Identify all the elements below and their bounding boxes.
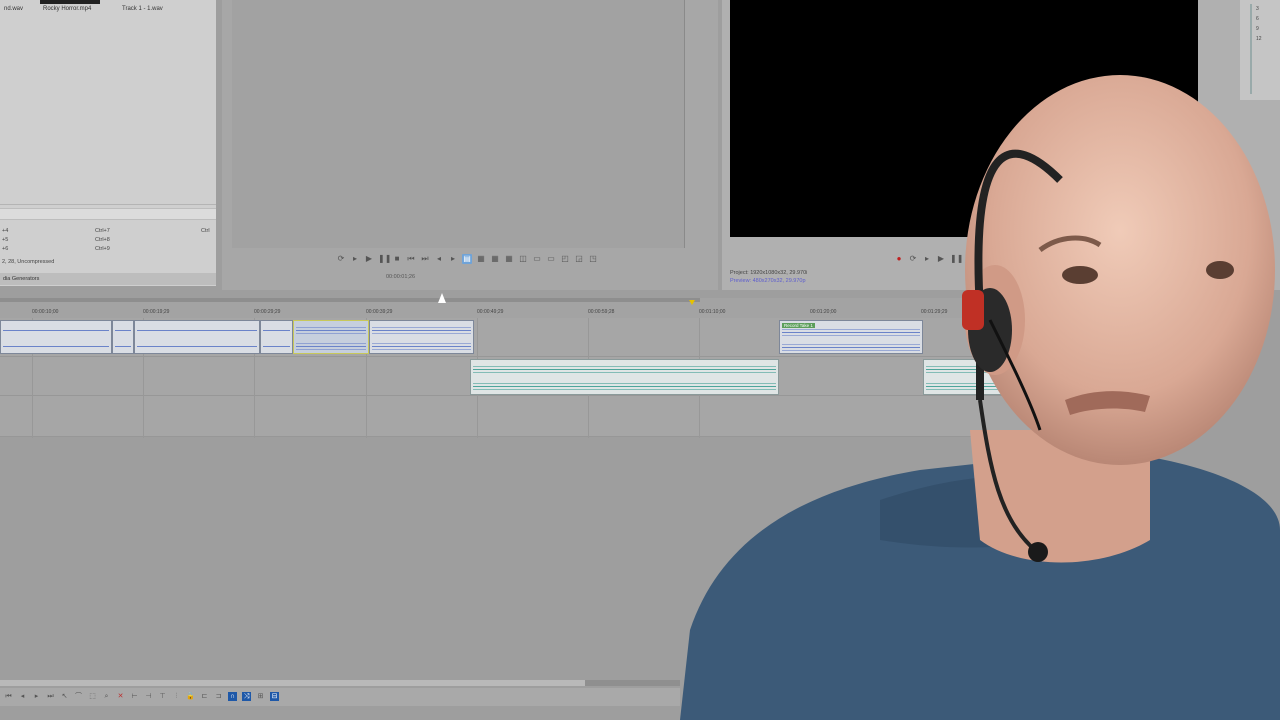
snap-icon[interactable]: ∩ xyxy=(228,692,237,701)
selection-tool-icon[interactable]: ⬚ xyxy=(88,692,97,701)
insert-icon[interactable]: ▦ xyxy=(490,254,500,264)
meter-tick: 3 xyxy=(1256,6,1259,12)
normal-edit-tool-icon[interactable]: ↖ xyxy=(60,692,69,701)
waveform xyxy=(115,330,131,331)
waveform xyxy=(296,346,366,347)
loop-region-bar[interactable] xyxy=(0,298,700,302)
prev-frame-icon[interactable]: ⏮ xyxy=(406,254,416,264)
waveform xyxy=(3,346,109,347)
waveform xyxy=(372,346,471,347)
media-file-item[interactable]: Track 1 - 1.wav xyxy=(122,6,163,12)
settings-icon[interactable]: ◳ xyxy=(588,254,598,264)
audio-clip[interactable] xyxy=(112,320,134,354)
webcam-overlay xyxy=(680,70,1280,720)
add-to-timeline-icon[interactable]: ▦ xyxy=(476,254,486,264)
audio-clip[interactable] xyxy=(134,320,260,354)
meter-tick: 9 xyxy=(1256,26,1259,32)
media-file-item[interactable]: nd.wav xyxy=(4,6,23,12)
shortcut-key: +5 xyxy=(2,237,9,243)
ruler-label: 00:00:39;29 xyxy=(366,309,393,315)
shortcut-combo: Ctrl+8 xyxy=(95,237,110,243)
waveform xyxy=(372,330,471,331)
loop-icon[interactable]: ⟳ xyxy=(336,254,346,264)
snap-icon[interactable]: ◫ xyxy=(518,254,528,264)
audio-clip-selected[interactable] xyxy=(293,320,369,354)
media-format: 2, 28, Uncompressed xyxy=(2,259,55,265)
meter-tick: 6 xyxy=(1256,16,1259,22)
ruler-label: 00:00:29;29 xyxy=(254,309,281,315)
ruler-label: 00:00:49;29 xyxy=(477,309,504,315)
shortcut-key: +4 xyxy=(2,228,9,234)
auto-ripple-icon[interactable]: ⤨ xyxy=(242,692,251,701)
ruler-label: 00:00:10;00 xyxy=(32,309,59,315)
media-file-item[interactable]: Rocky Horror.mp4 xyxy=(43,6,91,12)
prev-frame-icon[interactable]: ◂ xyxy=(18,692,27,701)
split-icon[interactable]: ⫶ xyxy=(172,692,181,701)
tab-media-generators[interactable]: dia Generators xyxy=(0,273,216,285)
grouping-icon[interactable]: ⊞ xyxy=(256,692,265,701)
play-icon[interactable]: ▶ xyxy=(364,254,374,264)
webcam-person-image xyxy=(680,75,1280,720)
trimmer-view[interactable] xyxy=(232,0,685,248)
play-from-start-icon[interactable]: ▸ xyxy=(350,254,360,264)
lock-icon[interactable]: 🔒 xyxy=(186,692,195,701)
media-thumbnail[interactable] xyxy=(40,0,100,4)
meter-tick: 12 xyxy=(1256,36,1262,42)
delete-icon[interactable]: ✕ xyxy=(116,692,125,701)
prev-marker-icon[interactable]: ◂ xyxy=(434,254,444,264)
timeline-toolbar-buttons: ⏮ ◂ ▸ ⏭ ↖ ⌒ ⬚ ⌕ ✕ ⊢ ⊣ ⊤ ⫶ 🔒 ⊏ ⊐ ∩ ⤨ ⊞ ⊟ xyxy=(4,692,279,701)
trim-mode-icon[interactable]: ▤ xyxy=(462,254,472,264)
go-start-icon[interactable]: ⏮ xyxy=(4,692,13,701)
clear-icon[interactable]: ◰ xyxy=(560,254,570,264)
zoom-icon[interactable]: ◲ xyxy=(574,254,584,264)
waveform xyxy=(296,330,366,331)
waveform xyxy=(115,346,131,347)
trim-icon[interactable]: ⊢ xyxy=(130,692,139,701)
ctrl-label: Ctrl xyxy=(201,228,210,234)
trimmer-panel: ⟳ ▸ ▶ ❚❚ ■ ⏮ ⏭ ◂ ▸ ▤ ▦ ▦ ▦ ◫ ▭ ▭ ◰ ◲ ◳ 0… xyxy=(222,0,718,290)
audio-clip[interactable] xyxy=(0,320,112,354)
timeline-horizontal-scrollbar[interactable] xyxy=(0,680,680,686)
shortcut-combo: Ctrl+7 xyxy=(95,228,110,234)
lock-envelopes-icon[interactable]: ⊟ xyxy=(270,692,279,701)
ruler-label: 00:00:19;29 xyxy=(143,309,170,315)
overwrite-icon[interactable]: ▦ xyxy=(504,254,514,264)
audio-clip[interactable] xyxy=(260,320,293,354)
stop-icon[interactable]: ■ xyxy=(392,254,402,264)
trimmer-timecode: 00:00:01;26 xyxy=(386,274,416,280)
media-scrollbar[interactable] xyxy=(0,208,216,220)
pause-icon[interactable]: ❚❚ xyxy=(378,254,391,264)
shortcut-key: +6 xyxy=(2,246,9,252)
waveform xyxy=(263,330,290,331)
envelope-tool-icon[interactable]: ⌒ xyxy=(74,692,83,701)
timeline-toolbar: ⏮ ◂ ▸ ⏭ ↖ ⌒ ⬚ ⌕ ✕ ⊢ ⊣ ⊤ ⫶ 🔒 ⊏ ⊐ ∩ ⤨ ⊞ ⊟ xyxy=(0,688,680,706)
meter-scale: 3 6 9 12 xyxy=(1256,4,1262,44)
marker-icon[interactable]: ⊏ xyxy=(200,692,209,701)
next-marker-icon[interactable]: ▸ xyxy=(448,254,458,264)
trimmer-transport: ⟳ ▸ ▶ ❚❚ ■ ⏮ ⏭ ◂ ▸ ▤ ▦ ▦ ▦ ◫ ▭ ▭ ◰ ◲ ◳ xyxy=(336,254,598,264)
project-media-panel: nd.wav Rocky Horror.mp4 Track 1 - 1.wav … xyxy=(0,0,216,286)
waveform xyxy=(137,346,257,347)
trim-start-icon[interactable]: ⊣ xyxy=(144,692,153,701)
ruler-label: 00:00:59;28 xyxy=(588,309,615,315)
scrollbar-thumb[interactable] xyxy=(0,680,585,686)
waveform xyxy=(263,346,290,347)
waveform xyxy=(137,330,257,331)
region-icon[interactable]: ⊐ xyxy=(214,692,223,701)
zoom-tool-icon[interactable]: ⌕ xyxy=(102,692,111,701)
marker-icon[interactable]: ▭ xyxy=(546,254,556,264)
next-frame-icon[interactable]: ▸ xyxy=(32,692,41,701)
divider xyxy=(0,204,216,205)
next-frame-icon[interactable]: ⏭ xyxy=(420,254,430,264)
waveform xyxy=(3,330,109,331)
audio-clip[interactable] xyxy=(369,320,474,354)
trim-end-icon[interactable]: ⊤ xyxy=(158,692,167,701)
go-end-icon[interactable]: ⏭ xyxy=(46,692,55,701)
shortcut-combo: Ctrl+9 xyxy=(95,246,110,252)
mouse-cursor-icon xyxy=(438,293,446,303)
region-icon[interactable]: ▭ xyxy=(532,254,542,264)
